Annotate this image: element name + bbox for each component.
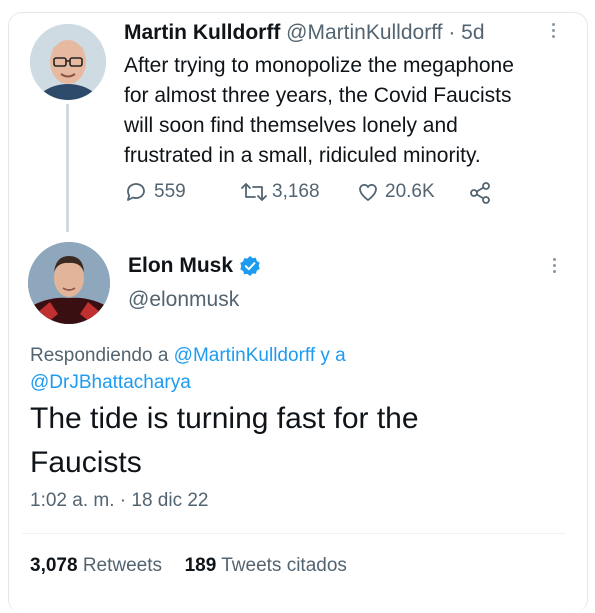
like-count: 20.6K bbox=[385, 181, 435, 202]
quoted-author-handle[interactable]: @MartinKulldorff bbox=[286, 21, 442, 44]
quoted-text-line: After trying to monopolize the megaphone bbox=[124, 54, 514, 77]
tweet-timestamp[interactable]: 1:02 a. m. · 18 dic 22 bbox=[30, 490, 209, 512]
quoted-text-line: will soon find themselves lonely and bbox=[124, 114, 458, 137]
retweet-icon bbox=[240, 180, 268, 204]
reply-icon bbox=[124, 180, 148, 204]
like-icon bbox=[356, 180, 380, 204]
quoted-text-line: for almost three years, the Covid Faucis… bbox=[124, 84, 512, 107]
tweet-time: 1:02 a. m. bbox=[30, 490, 115, 511]
main-more-icon[interactable] bbox=[553, 258, 557, 276]
main-author-row: Elon Musk bbox=[128, 254, 261, 278]
reply-button[interactable]: 559 bbox=[124, 180, 186, 204]
quoted-author-name[interactable]: Martin Kulldorff bbox=[124, 21, 280, 44]
retweet-count: 3,168 bbox=[272, 181, 320, 202]
like-button[interactable]: 20.6K bbox=[356, 180, 435, 204]
tweet-date: 18 dic 22 bbox=[131, 490, 209, 511]
quote-tweets-stat[interactable]: 189 Tweets citados bbox=[185, 555, 347, 576]
retweets-total: 3,078 bbox=[30, 555, 78, 576]
quote-tweets-label: Tweets citados bbox=[221, 555, 347, 576]
share-button[interactable] bbox=[468, 181, 492, 205]
avatar-martin-kulldorff[interactable] bbox=[30, 24, 106, 100]
retweets-stat[interactable]: 3,078 Retweets bbox=[30, 555, 167, 576]
mention-martinkulldorff[interactable]: @MartinKulldorff bbox=[174, 345, 315, 366]
quoted-text-line: frustrated in a small, ridiculed minorit… bbox=[124, 144, 481, 167]
share-icon bbox=[468, 181, 492, 205]
main-author-handle[interactable]: @elonmusk bbox=[128, 288, 239, 312]
retweet-button[interactable]: 3,168 bbox=[240, 180, 320, 204]
main-tweet-text: The tide is turning fast for the Faucist… bbox=[30, 397, 419, 485]
verified-badge-icon bbox=[239, 255, 261, 277]
quoted-tweet-text: After trying to monopolize the megaphone… bbox=[124, 51, 514, 171]
tweet-stats: 3,078 Retweets 189 Tweets citados bbox=[30, 555, 347, 577]
main-text-line: Faucists bbox=[30, 446, 142, 479]
replying-joiner: y a bbox=[320, 345, 346, 366]
header-separator: · bbox=[448, 21, 456, 44]
divider bbox=[22, 533, 566, 534]
main-text-line: The tide is turning fast for the bbox=[30, 402, 419, 435]
quoted-tweet-age[interactable]: 5d bbox=[461, 21, 484, 44]
main-author-name[interactable]: Elon Musk bbox=[128, 254, 233, 278]
quoted-tweet-header: Martin Kulldorff @MartinKulldorff · 5d bbox=[124, 21, 485, 45]
avatar-elon-musk[interactable] bbox=[28, 242, 110, 324]
time-separator: · bbox=[119, 490, 127, 511]
replying-prefix: Respondiendo a bbox=[30, 345, 169, 366]
reply-count: 559 bbox=[154, 181, 186, 202]
thread-connector-line bbox=[66, 104, 69, 232]
quote-tweets-total: 189 bbox=[184, 555, 217, 576]
retweets-label: Retweets bbox=[82, 555, 163, 576]
replying-to: Respondiendo a @MartinKulldorff y a @DrJ… bbox=[30, 342, 346, 396]
mention-drjbhattacharya[interactable]: @DrJBhattacharya bbox=[30, 372, 191, 393]
quoted-more-icon[interactable] bbox=[552, 23, 556, 41]
